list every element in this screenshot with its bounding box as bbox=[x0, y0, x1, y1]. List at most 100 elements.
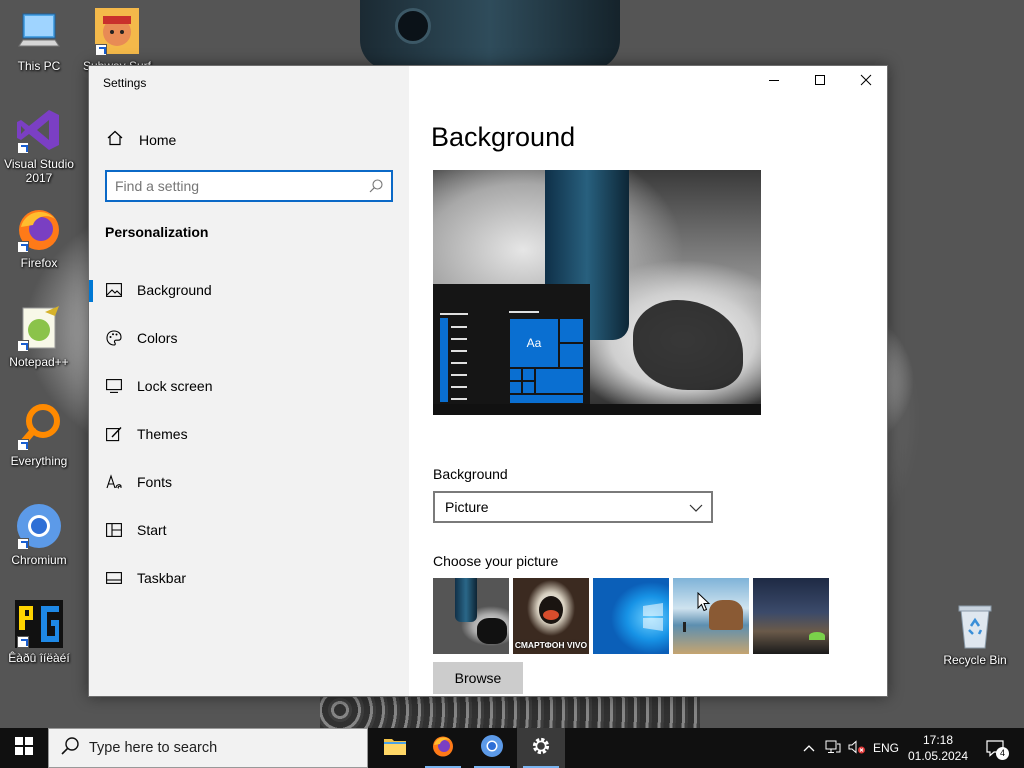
shortcut-arrow-icon bbox=[17, 340, 29, 352]
minimize-button[interactable] bbox=[751, 66, 797, 98]
preview-menu-line bbox=[509, 311, 539, 313]
taskbar-firefox[interactable] bbox=[419, 728, 467, 768]
desktop-icon-everything[interactable]: Everything bbox=[0, 403, 78, 468]
nav-item-label: Colors bbox=[137, 330, 178, 346]
taskbar-chromium[interactable] bbox=[468, 728, 516, 768]
nav-item-start[interactable]: Start bbox=[89, 506, 409, 554]
close-button[interactable] bbox=[843, 66, 889, 98]
picture-thumbnail[interactable] bbox=[673, 578, 749, 654]
nav-item-label: Background bbox=[137, 282, 212, 298]
desktop-icon-chromium[interactable]: Chromium bbox=[0, 502, 78, 567]
preview-tile bbox=[509, 394, 584, 404]
shortcut-arrow-icon bbox=[17, 439, 29, 451]
preview-hand-image bbox=[633, 300, 743, 390]
nav-item-label: Themes bbox=[137, 426, 188, 442]
thumb-hand-image bbox=[477, 618, 507, 644]
preview-tile bbox=[559, 318, 584, 343]
chevron-up-icon bbox=[803, 741, 815, 755]
desktop-icon-notepad-plus-plus[interactable]: Notepad++ bbox=[0, 304, 78, 369]
home-icon bbox=[107, 130, 123, 149]
clock-time: 17:18 bbox=[922, 733, 954, 747]
mouse-cursor-icon bbox=[697, 591, 711, 617]
nav-item-taskbar[interactable]: Taskbar bbox=[89, 554, 409, 602]
browse-button[interactable]: Browse bbox=[433, 662, 523, 694]
shortcut-arrow-icon bbox=[17, 142, 29, 154]
minimize-icon bbox=[768, 73, 780, 91]
wallpaper-chain bbox=[320, 692, 700, 728]
themes-icon bbox=[105, 425, 123, 443]
desktop-icon-games[interactable]: Êàðû îíëàéí bbox=[0, 600, 78, 665]
preview-menu-line bbox=[451, 398, 467, 400]
start-button[interactable] bbox=[0, 728, 48, 768]
background-type-dropdown[interactable]: Picture bbox=[433, 491, 713, 523]
nav-item-lock-screen[interactable]: Lock screen bbox=[89, 362, 409, 410]
preview-taskbar bbox=[433, 404, 761, 415]
visual-studio-icon bbox=[15, 106, 63, 154]
taskbar-file-explorer[interactable] bbox=[371, 728, 419, 768]
lock-screen-icon bbox=[105, 377, 123, 395]
background-type-label: Background bbox=[433, 466, 508, 482]
desktop-icon-this-pc[interactable]: This PC bbox=[0, 8, 78, 73]
nav-item-background[interactable]: Background bbox=[89, 266, 409, 314]
find-setting-input[interactable] bbox=[115, 177, 355, 195]
action-center-button[interactable]: 4 bbox=[980, 728, 1010, 768]
picture-thumbnail[interactable]: СМАРТФОН VIVO bbox=[513, 578, 589, 654]
preview-tile bbox=[509, 381, 522, 394]
shortcut-arrow-icon bbox=[95, 44, 107, 56]
choose-picture-label: Choose your picture bbox=[433, 553, 559, 569]
tray-show-hidden-icons[interactable] bbox=[798, 728, 820, 768]
taskbar-settings[interactable] bbox=[517, 728, 565, 768]
games-icon bbox=[15, 600, 63, 648]
tray-volume-muted[interactable] bbox=[846, 728, 868, 768]
background-type-value: Picture bbox=[445, 499, 489, 515]
preview-tile bbox=[559, 343, 584, 368]
taskbar-clock[interactable]: 17:18 01.05.2024 bbox=[905, 732, 971, 764]
close-icon bbox=[860, 73, 872, 91]
recycle-bin-icon bbox=[951, 602, 999, 650]
picture-thumbnail[interactable] bbox=[753, 578, 829, 654]
taskbar-search-box[interactable]: Type here to search bbox=[48, 728, 368, 768]
desktop-icon-subway-surf[interactable]: Subway Surf bbox=[78, 8, 156, 73]
tray-language[interactable]: ENG bbox=[870, 728, 902, 768]
nav-item-label: Lock screen bbox=[137, 378, 213, 394]
shortcut-arrow-icon bbox=[17, 636, 29, 648]
preview-menu-line bbox=[451, 326, 467, 328]
nav-item-themes[interactable]: Themes bbox=[89, 410, 409, 458]
thumb-character-mouth bbox=[543, 610, 559, 620]
find-setting-search[interactable] bbox=[105, 170, 393, 202]
nav-item-colors[interactable]: Colors bbox=[89, 314, 409, 362]
preview-menu-line bbox=[451, 338, 467, 340]
maximize-button[interactable] bbox=[797, 66, 843, 98]
shortcut-arrow-icon bbox=[17, 241, 29, 253]
tray-network[interactable] bbox=[822, 728, 844, 768]
preview-tile bbox=[535, 368, 584, 394]
everything-search-icon bbox=[15, 403, 63, 451]
clock-date: 01.05.2024 bbox=[907, 749, 969, 763]
desktop-icon-visual-studio[interactable]: Visual Studio 2017 bbox=[0, 106, 78, 185]
thumb-person-image bbox=[683, 622, 686, 632]
picture-thumbnail[interactable] bbox=[433, 578, 509, 654]
notification-icon: 4 bbox=[985, 739, 1009, 760]
background-preview: Aa bbox=[433, 170, 761, 415]
desktop-icon-recycle-bin[interactable]: Recycle Bin bbox=[936, 602, 1014, 667]
preview-menu-line bbox=[451, 374, 467, 376]
picture-icon bbox=[105, 281, 123, 299]
fonts-icon bbox=[105, 473, 123, 491]
windows-logo-icon bbox=[15, 736, 33, 760]
taskbar-search-placeholder: Type here to search bbox=[89, 740, 218, 756]
nav-item-fonts[interactable]: Fonts bbox=[89, 458, 409, 506]
thumb-rock-image bbox=[709, 600, 743, 630]
settings-sidebar: Settings Home Personalization Background bbox=[89, 66, 409, 696]
preview-tile-aa: Aa bbox=[509, 318, 559, 368]
picture-thumbnails: СМАРТФОН VIVO bbox=[433, 578, 829, 654]
desktop-icon-firefox[interactable]: Firefox bbox=[0, 205, 78, 270]
nav-item-label: Fonts bbox=[137, 474, 173, 490]
thumb-caption: СМАРТФОН VIVO bbox=[514, 640, 588, 650]
volume-muted-icon bbox=[848, 739, 866, 757]
thumb-phone-image bbox=[455, 578, 477, 622]
picture-thumbnail[interactable] bbox=[593, 578, 669, 654]
nav-home[interactable]: Home bbox=[107, 130, 176, 149]
wallpaper-phone-camera bbox=[395, 8, 431, 44]
shortcut-arrow-icon bbox=[17, 538, 29, 550]
subway-surf-icon bbox=[93, 8, 141, 56]
